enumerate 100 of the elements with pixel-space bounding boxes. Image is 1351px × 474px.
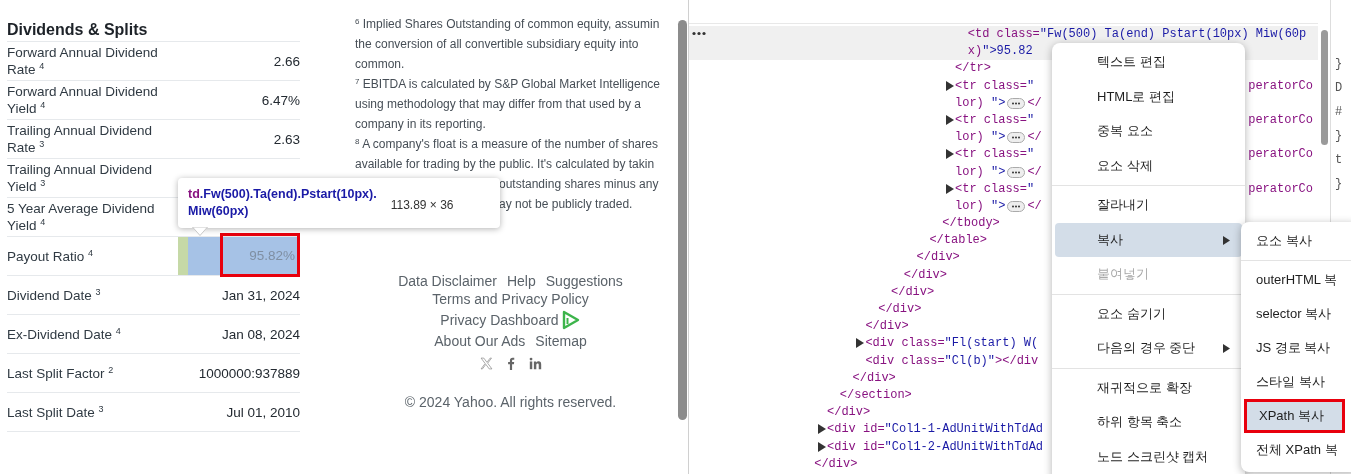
menu-item[interactable]: 요소 삭제 bbox=[1055, 148, 1242, 183]
menu-item[interactable]: 복사 bbox=[1055, 222, 1242, 257]
row-value: 95.82% bbox=[220, 233, 300, 277]
code-line: lor) "> bbox=[955, 129, 1006, 147]
menu-item[interactable]: 잘라내기 bbox=[1055, 188, 1242, 223]
expand-arrow-icon[interactable] bbox=[946, 149, 954, 160]
row-label: Last Split Date $^{3}$ bbox=[7, 403, 105, 421]
code-fragment: # bbox=[1335, 104, 1344, 121]
footer-link[interactable]: Privacy Dashboard bbox=[440, 312, 559, 328]
expand-arrow-icon[interactable] bbox=[818, 441, 826, 452]
menu-item[interactable]: 스타일 복사 bbox=[1244, 365, 1351, 399]
linkedin-icon[interactable] bbox=[528, 356, 542, 370]
expand-arrow-icon[interactable] bbox=[946, 183, 954, 194]
menu-item[interactable]: JS 경로 복사 bbox=[1244, 331, 1351, 365]
row-value: Jul 01, 2010 bbox=[226, 404, 300, 420]
code-line: </ bbox=[1027, 163, 1042, 181]
padding-highlight bbox=[178, 237, 188, 275]
selected-row[interactable]: <td class="Fw(500) Ta(end) Pstart(10px) Miw(60p bbox=[689, 26, 1318, 44]
code-line: </div> bbox=[878, 301, 922, 318]
menu-item[interactable]: 요소 복사 bbox=[1244, 224, 1351, 258]
code-line: </tbody> bbox=[942, 215, 1000, 233]
footnote-text: company in its reporting. bbox=[355, 116, 486, 133]
code-line: <div id="Col1-2-AdUnitWithTdAd bbox=[827, 438, 1044, 456]
code-line: lor) "> bbox=[955, 197, 1006, 215]
code-line: <tr class=" bbox=[955, 77, 1035, 95]
footnote-text: $^{7}$ EBITDA is calculated by S&P Global Market Intelligence bbox=[355, 76, 661, 93]
ellipsis-icon[interactable] bbox=[1007, 97, 1026, 109]
size-text: 113.89 × 36 bbox=[390, 198, 454, 212]
code-line: <tr class=" bbox=[955, 180, 1035, 198]
menu-item[interactable]: 재귀적으로 확장 bbox=[1055, 370, 1242, 405]
footer-link[interactable]: Data Disclaimer bbox=[398, 273, 497, 289]
ellipsis-icon[interactable] bbox=[1007, 166, 1026, 178]
ellipsis-icon[interactable] bbox=[1007, 132, 1026, 144]
footnote-text: common. bbox=[355, 56, 405, 73]
footer-link[interactable]: Sitemap bbox=[535, 333, 587, 349]
menu-item[interactable]: XPath 복사 bbox=[1244, 399, 1345, 433]
more-icon[interactable] bbox=[692, 31, 706, 36]
footnote-text: $^{6}$ Implied Shares Outstanding of common equity, assumin bbox=[355, 16, 660, 33]
code-fragment: } bbox=[1335, 176, 1344, 193]
code-line: <div class="Cl(b)"></div bbox=[865, 352, 1039, 370]
footnote-text: available for trading by the public. It's calculated by takin bbox=[355, 156, 655, 173]
code-line: </div> bbox=[891, 283, 935, 301]
row-label: Dividend Date $^{3}$ bbox=[7, 286, 102, 304]
footnote-text: $^{8}$ A company's float is a measure of the number of shares bbox=[355, 136, 658, 153]
code-line: </section> bbox=[839, 386, 912, 404]
copyright-text: © 2024 Yahoo. All rights reserved. bbox=[404, 394, 617, 410]
code-line: </ bbox=[1027, 129, 1042, 147]
footer-link[interactable]: Suggestions bbox=[545, 273, 623, 289]
row-value: 1000000:937889 bbox=[198, 365, 300, 381]
row-label: Forward Annual Dividend Yield $^{4}$ bbox=[7, 83, 159, 117]
code-line: <td class="Fw(500) Ta(end) Pstart(10px) Miw(60p bbox=[967, 26, 1307, 43]
row-value: 6.47% bbox=[261, 92, 300, 108]
footer-link[interactable]: Help bbox=[506, 273, 536, 289]
footer-link[interactable]: Terms and Privacy Policy bbox=[432, 291, 589, 307]
facebook-icon[interactable] bbox=[506, 356, 515, 370]
code-fragment: t bbox=[1335, 152, 1344, 169]
row-label: Ex-Dividend Date $^{4}$ bbox=[7, 325, 122, 343]
row-label: 5 Year Average Dividend Yield $^{4}$ bbox=[7, 200, 156, 234]
footer-link[interactable]: About Our Ads bbox=[434, 333, 526, 349]
menu-item[interactable]: 전체 XPath 복 bbox=[1244, 433, 1351, 467]
code-line: peratorCo bbox=[1248, 111, 1313, 129]
menu-item[interactable]: selector 복사 bbox=[1244, 297, 1351, 331]
code-line: lor) "> bbox=[955, 94, 1006, 112]
code-line: </div> bbox=[865, 318, 909, 336]
row-label: Forward Annual Dividend Rate $^{4}$ bbox=[7, 44, 159, 78]
code-line: lor) "> bbox=[955, 163, 1006, 181]
code-line: x)">95.82 bbox=[967, 43, 1033, 61]
menu-item[interactable]: 중복 요소 bbox=[1055, 114, 1242, 149]
scrollbar[interactable] bbox=[677, 20, 687, 420]
privacy-choices-icon[interactable] bbox=[560, 310, 581, 330]
row-label: Last Split Factor $^{2}$ bbox=[7, 364, 115, 382]
expand-arrow-icon[interactable] bbox=[818, 424, 826, 435]
ellipsis-icon[interactable] bbox=[1007, 200, 1026, 212]
footnote-text: using methodology that may differ from that used by a bbox=[355, 96, 641, 113]
menu-item[interactable]: HTML로 편집 bbox=[1055, 79, 1242, 114]
code-fragment: } bbox=[1335, 128, 1344, 145]
row-label: Trailing Annual Dividend Rate $^{3}$ bbox=[7, 122, 154, 156]
code-fragment: D bbox=[1335, 80, 1344, 97]
expand-arrow-icon[interactable] bbox=[946, 114, 954, 125]
menu-item[interactable]: 요소 숨기기 bbox=[1055, 296, 1242, 331]
code-line: peratorCo bbox=[1248, 77, 1313, 95]
code-line: <div id="Col1-1-AdUnitWithTdAd bbox=[827, 421, 1044, 439]
menu-item[interactable]: 다음의 경우 중단 bbox=[1055, 331, 1242, 366]
footnote-text: ay not be publicly traded. bbox=[499, 196, 633, 213]
code-line: </div> bbox=[827, 404, 871, 422]
code-line: <div class="Fl(start) W( bbox=[865, 335, 1039, 353]
menu-item[interactable]: 하위 항목 축소 bbox=[1055, 405, 1242, 440]
footnote-text: the conversion of all convertible subsidiary equity into bbox=[355, 36, 639, 53]
scrollbar[interactable] bbox=[1320, 30, 1328, 145]
row-value: 2.63 bbox=[273, 131, 300, 147]
row-label: Payout Ratio $^{4}$ bbox=[7, 247, 95, 265]
code-line: </ bbox=[1027, 94, 1042, 112]
expand-arrow-icon[interactable] bbox=[946, 80, 954, 91]
code-line: </div> bbox=[916, 249, 960, 267]
row-value: Jan 31, 2024 bbox=[221, 287, 300, 303]
expand-arrow-icon[interactable] bbox=[856, 338, 865, 349]
row-value: 2.66 bbox=[273, 53, 300, 69]
code-line: </div> bbox=[814, 455, 858, 473]
menu-item[interactable]: outerHTML 복 bbox=[1244, 263, 1351, 297]
menu-item[interactable]: 노드 스크린샷 캡처 bbox=[1055, 439, 1242, 474]
